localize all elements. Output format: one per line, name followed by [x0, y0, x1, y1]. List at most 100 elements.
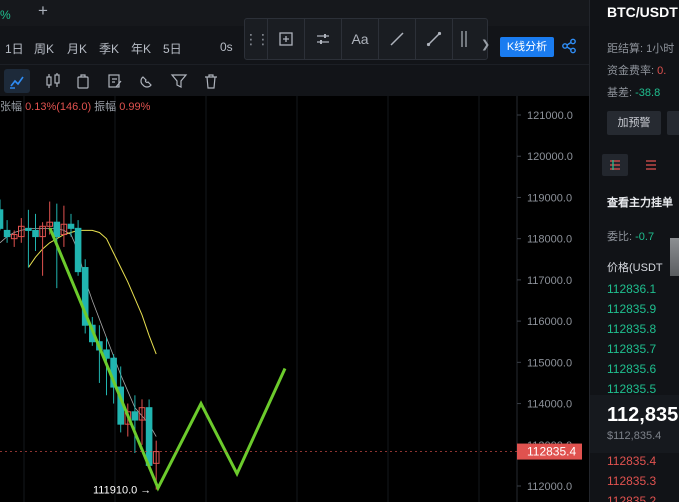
y-tick-label: 118000.0 — [527, 234, 572, 246]
last-price-tag-label: 112835.4 — [527, 445, 576, 459]
y-tick-label: 116000.0 — [527, 316, 572, 328]
settlement-value: 1小时 — [646, 43, 675, 55]
filter-button[interactable] — [166, 69, 192, 93]
settlement-row: 距结算: 1小时 — [607, 40, 674, 56]
ratio-label: 委比: — [607, 231, 633, 243]
candle-body — [32, 229, 39, 238]
period-quarter[interactable]: 季K — [99, 40, 119, 57]
y-tick-label: 119000.0 — [527, 192, 572, 204]
amplitude-label: 振幅 — [94, 101, 117, 113]
chart-tools-row — [0, 64, 589, 96]
vertical-line-button[interactable] — [452, 19, 474, 59]
insert-frame-button[interactable] — [267, 19, 304, 59]
vertical-bars-icon — [460, 31, 467, 47]
bid-price[interactable]: 112835.3 — [607, 474, 656, 488]
ask-price[interactable]: 112835.8 — [607, 322, 656, 336]
stats-line: 张幅 0.13%(146.0) 振幅 0.99% — [0, 98, 150, 114]
y-tick-label: 112000.0 — [527, 481, 572, 493]
period-year[interactable]: 年K — [131, 40, 151, 57]
edit-document-icon — [108, 74, 122, 88]
y-tick-label: 115000.0 — [527, 357, 572, 369]
chevron-down-icon[interactable]: ❯ — [481, 38, 490, 51]
ray-icon — [426, 31, 442, 47]
magnet-button[interactable] — [134, 69, 160, 93]
funding-label: 资金费率: — [607, 65, 655, 77]
y-tick-label: 120000.0 — [527, 151, 573, 163]
bid-price[interactable]: 112835.4 — [607, 454, 656, 468]
usd-equivalent-price: $112,835.4 — [607, 430, 662, 442]
add-alert-button[interactable]: 加预警 — [607, 111, 661, 135]
drag-handle-icon[interactable]: ⋮⋮ — [244, 19, 270, 59]
basis-label: 基差: — [607, 87, 633, 99]
candle-body — [74, 227, 82, 273]
order-ratio-row: 委比: -0.7 — [607, 228, 654, 244]
line-tool-button[interactable] — [378, 19, 415, 59]
candle-body — [0, 209, 4, 229]
candle-body — [25, 227, 32, 231]
ray-tool-button[interactable] — [415, 19, 452, 59]
ask-price[interactable]: 112835.9 — [607, 302, 656, 316]
orderbook-asks-icon — [646, 160, 656, 170]
chart-panel: % + 1日 周K 月K 季K 年K 5日 0s ⋮⋮ Aa ❯ K线分析 12… — [0, 0, 589, 502]
price-column-header: 价格(USDT — [607, 262, 663, 274]
candlestick-icon — [46, 73, 60, 88]
frame-plus-icon — [279, 32, 293, 46]
ask-price[interactable]: 112835.5 — [607, 382, 656, 396]
candle-body — [145, 407, 153, 466]
candle-body — [3, 229, 11, 238]
candle-body — [131, 411, 139, 421]
basis-value: -38.8 — [635, 87, 661, 99]
candle-body — [67, 223, 75, 229]
text-tool-button[interactable]: Aa — [341, 19, 378, 59]
line-icon — [390, 32, 404, 46]
symbol-title: BTC/USDT — [607, 4, 678, 20]
ratio-value: -0.7 — [635, 231, 655, 243]
sliders-icon — [317, 34, 329, 44]
share-icon[interactable] — [561, 38, 577, 54]
indicator-button[interactable] — [70, 69, 96, 93]
candle-body — [53, 221, 61, 238]
period-month[interactable]: 月K — [67, 40, 87, 57]
bid-price[interactable]: 112835.2 — [607, 494, 656, 502]
view-both-button[interactable] — [602, 154, 628, 176]
new-tab-button[interactable]: + — [38, 1, 48, 21]
funding-row: 资金费率: 0. — [607, 62, 666, 78]
last-traded-price: 112,835 — [607, 404, 679, 426]
secondary-action-button[interactable] — [667, 111, 679, 135]
period-5d[interactable]: 5日 — [163, 40, 182, 57]
delete-button[interactable] — [198, 69, 224, 93]
candle-style-button[interactable] — [40, 69, 66, 93]
low-price-marker: 111910.0 → — [93, 485, 151, 497]
draw-tool-button[interactable] — [4, 69, 30, 93]
view-asks-button[interactable] — [638, 154, 664, 176]
settlement-label: 距结算: — [607, 43, 644, 55]
period-week[interactable]: 周K — [34, 40, 54, 57]
orderbook-both-icon — [610, 160, 620, 170]
edit-note-button[interactable] — [102, 69, 128, 93]
period-0s[interactable]: 0s — [220, 40, 233, 54]
price-chart[interactable]: 121000.0 120000.0 119000.0 118000.0 117000.0… — [0, 96, 589, 502]
pen-draw-icon — [10, 76, 24, 89]
magnet-icon — [140, 76, 152, 88]
change-value: 0.13%(146.0) — [25, 101, 92, 113]
change-label: 张幅 — [0, 101, 22, 113]
basis-row: 基差: -38.8 — [607, 84, 660, 100]
settings-sliders-button[interactable] — [304, 19, 341, 59]
filter-icon — [170, 74, 188, 88]
y-tick-label: 117000.0 — [527, 275, 572, 287]
main-force-orders-link[interactable]: 查看主力挂单 — [607, 194, 673, 210]
ask-price[interactable]: 112836.1 — [607, 282, 656, 296]
order-book-panel: BTC/USDT 距结算: 1小时 资金费率: 0. 基差: -38.8 加预警… — [589, 0, 679, 502]
y-tick-label: 114000.0 — [527, 399, 572, 411]
funding-value: 0. — [657, 65, 667, 77]
period-1d[interactable]: 1日 — [5, 40, 24, 57]
overlay-thumbnail — [670, 238, 679, 276]
amplitude-value: 0.99% — [119, 101, 151, 113]
bag-icon — [77, 74, 89, 89]
text-tool-label: Aa — [351, 31, 369, 47]
tab-partial-label[interactable]: % — [0, 8, 11, 22]
ask-price[interactable]: 112835.6 — [607, 362, 656, 376]
trash-icon — [205, 74, 217, 89]
ask-price[interactable]: 112835.7 — [607, 342, 656, 356]
kline-analysis-button[interactable]: K线分析 — [500, 37, 554, 57]
